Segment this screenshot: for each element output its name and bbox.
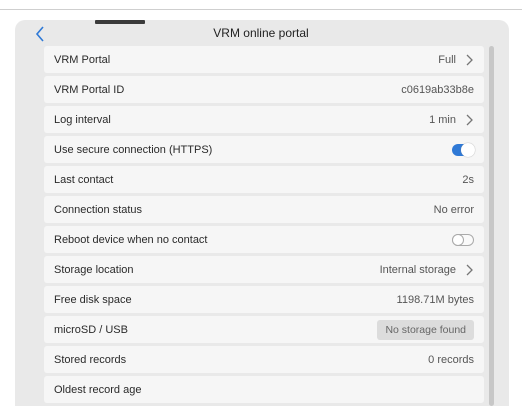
row-label: Free disk space [54, 293, 132, 306]
row-label: Storage location [54, 263, 134, 276]
row-value: 2s [462, 173, 474, 186]
row-label: Reboot device when no contact [54, 233, 208, 246]
row-connection-status: Connection status No error [44, 196, 484, 223]
row-label: Log interval [54, 113, 111, 126]
row-free-disk-space: Free disk space 1198.71M bytes [44, 286, 484, 313]
status-indicator [95, 20, 145, 24]
row-value: 1198.71M bytes [396, 293, 474, 306]
row-secure-connection: Use secure connection (HTTPS) [44, 136, 484, 163]
scrollbar[interactable] [489, 46, 494, 406]
row-label: microSD / USB [54, 323, 128, 336]
storage-status-badge[interactable]: No storage found [377, 319, 474, 340]
settings-list: VRM Portal Full VRM Portal ID c0619ab33b… [44, 46, 484, 406]
row-label: VRM Portal ID [54, 83, 125, 96]
https-toggle[interactable] [452, 142, 475, 157]
row-microsd-usb: microSD / USB No storage found [44, 316, 484, 343]
row-log-interval[interactable]: Log interval 1 min [44, 106, 484, 133]
row-oldest-record-age: Oldest record age [44, 376, 484, 403]
row-value: No error [433, 203, 474, 216]
row-reboot-no-contact: Reboot device when no contact [44, 226, 484, 253]
row-label: Use secure connection (HTTPS) [54, 143, 213, 156]
top-divider [0, 9, 522, 10]
row-vrm-portal[interactable]: VRM Portal Full [44, 46, 484, 73]
page-title: VRM online portal [213, 26, 309, 40]
row-label: Last contact [54, 173, 114, 186]
row-label: Connection status [54, 203, 143, 216]
row-storage-location[interactable]: Storage location Internal storage [44, 256, 484, 283]
row-label: Stored records [54, 353, 127, 366]
row-value: c0619ab33b8e [401, 83, 474, 96]
row-stored-records: Stored records 0 records [44, 346, 484, 373]
row-value: Internal storage [379, 263, 456, 276]
row-last-contact: Last contact 2s [44, 166, 484, 193]
chevron-right-icon [466, 54, 473, 65]
row-label: Oldest record age [54, 383, 142, 396]
row-value: 0 records [428, 353, 474, 366]
chevron-right-icon [466, 264, 473, 275]
row-value: 1 min [429, 113, 456, 126]
row-label: VRM Portal [54, 53, 111, 66]
row-value: Full [438, 53, 456, 66]
row-vrm-portal-id: VRM Portal ID c0619ab33b8e [44, 76, 484, 103]
chevron-right-icon [466, 114, 473, 125]
reboot-toggle[interactable] [452, 233, 474, 246]
